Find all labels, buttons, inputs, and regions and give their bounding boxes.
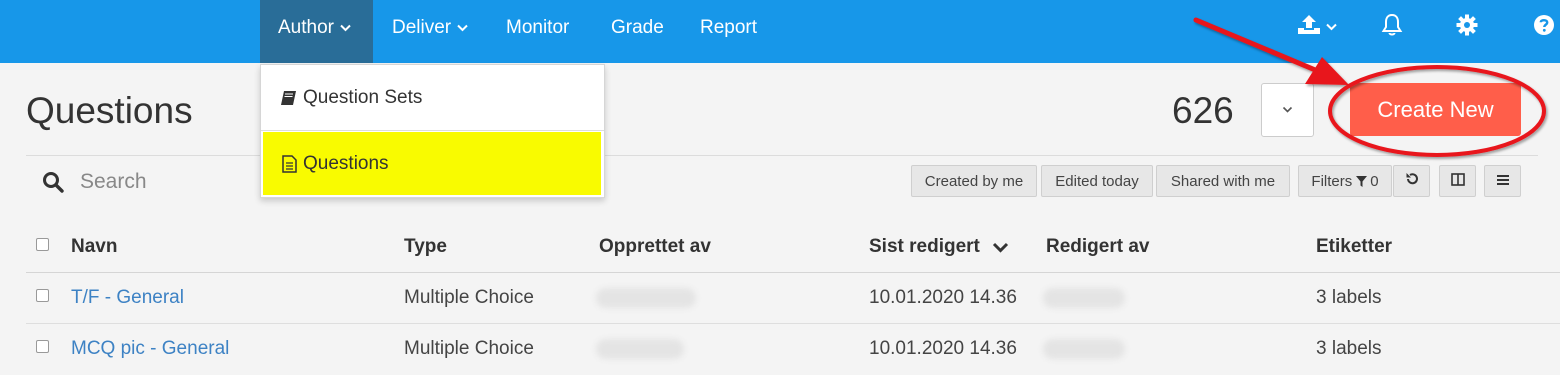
column-header-type[interactable]: Type	[404, 236, 447, 258]
nav-author[interactable]: Author	[260, 0, 373, 63]
help-button[interactable]	[1532, 12, 1556, 42]
bell-icon	[1381, 13, 1403, 42]
labels-count[interactable]: 3 labels	[1316, 338, 1382, 360]
gear-icon	[1456, 14, 1478, 41]
nav-deliver-label: Deliver	[392, 17, 452, 38]
header-divider	[26, 155, 1538, 156]
create-new-button[interactable]: Create New	[1350, 83, 1521, 136]
nav-monitor[interactable]: Monitor	[506, 0, 569, 63]
row-checkbox[interactable]	[36, 289, 49, 302]
redacted-edited-by	[1043, 339, 1125, 359]
book-icon	[280, 90, 297, 106]
reset-filters-button[interactable]	[1393, 165, 1430, 197]
last-edited-date: 10.01.2020 14.36	[869, 287, 1017, 308]
filter-created-by-me[interactable]: Created by me	[911, 165, 1037, 197]
filter-edited-today[interactable]: Edited today	[1041, 165, 1153, 197]
filters-count: 0	[1370, 172, 1379, 190]
redacted-created-by	[596, 339, 684, 359]
filters-label: Filters	[1311, 172, 1353, 190]
document-icon	[282, 154, 297, 173]
menu-item-questions-label: Questions	[303, 152, 389, 174]
search-icon	[42, 171, 64, 198]
question-count: 626	[1172, 90, 1234, 131]
columns-icon	[1450, 172, 1465, 190]
chevron-down-icon	[1326, 18, 1337, 36]
sort-chevron-down-icon	[992, 242, 1009, 253]
author-dropdown-menu: Question Sets Questions	[260, 64, 605, 198]
list-view-button[interactable]	[1484, 165, 1521, 197]
redacted-edited-by	[1043, 288, 1125, 308]
row-checkbox[interactable]	[36, 340, 49, 353]
list-icon	[1496, 173, 1510, 190]
table-row[interactable]: MCQ pic - General Multiple Choice 10.01.…	[26, 324, 1560, 374]
columns-button[interactable]	[1439, 165, 1476, 197]
redacted-created-by	[596, 288, 696, 308]
filter-shared-with-me[interactable]: Shared with me	[1156, 165, 1290, 197]
menu-item-question-sets-label: Question Sets	[303, 86, 423, 108]
column-header-last-edited[interactable]: Sist redigert	[869, 236, 1009, 258]
chevron-down-icon	[1282, 101, 1293, 119]
question-type: Multiple Choice	[404, 287, 534, 308]
column-header-name[interactable]: Navn	[71, 236, 117, 258]
reset-icon	[1405, 172, 1419, 190]
funnel-icon	[1356, 175, 1368, 187]
page-title: Questions	[26, 90, 193, 131]
nav-report[interactable]: Report	[700, 0, 757, 63]
column-header-last-edited-label: Sist redigert	[869, 236, 980, 257]
menu-item-question-sets[interactable]: Question Sets	[261, 65, 604, 131]
nav-author-label: Author	[278, 17, 334, 38]
question-name-link[interactable]: MCQ pic - General	[71, 338, 229, 360]
filters-button[interactable]: Filters 0	[1298, 165, 1392, 197]
help-icon	[1533, 14, 1555, 41]
chevron-down-icon	[340, 0, 351, 56]
column-header-labels[interactable]: Etiketter	[1316, 236, 1392, 258]
question-name-link[interactable]: T/F - General	[71, 287, 184, 309]
table-row[interactable]: T/F - General Multiple Choice 10.01.2020…	[26, 273, 1560, 323]
upload-menu[interactable]	[1293, 12, 1341, 42]
nav-deliver[interactable]: Deliver	[392, 0, 468, 63]
question-type: Multiple Choice	[404, 338, 534, 359]
notifications-button[interactable]	[1380, 12, 1404, 42]
column-header-created-by[interactable]: Opprettet av	[599, 236, 711, 258]
nav-grade[interactable]: Grade	[611, 0, 664, 63]
top-navigation: Author Deliver Monitor Grade Report	[0, 0, 1560, 63]
menu-item-questions[interactable]: Questions	[263, 132, 601, 195]
upload-icon	[1297, 14, 1321, 41]
settings-button[interactable]	[1455, 12, 1479, 42]
count-dropdown-button[interactable]	[1261, 83, 1314, 137]
labels-count[interactable]: 3 labels	[1316, 287, 1382, 309]
select-all-checkbox[interactable]	[36, 238, 49, 251]
chevron-down-icon	[457, 0, 468, 56]
last-edited-date: 10.01.2020 14.36	[869, 338, 1017, 359]
column-header-edited-by[interactable]: Redigert av	[1046, 236, 1149, 258]
